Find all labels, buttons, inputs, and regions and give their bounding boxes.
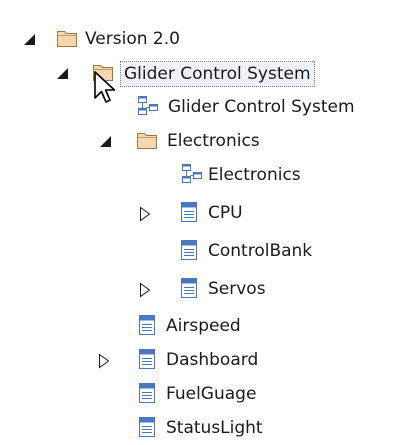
class-icon xyxy=(136,348,158,370)
class-icon xyxy=(136,382,158,404)
class-icon xyxy=(136,314,158,336)
collapsed-triangle-icon[interactable] xyxy=(96,353,112,369)
expanded-triangle-icon[interactable] xyxy=(98,134,114,150)
tree-node-servos[interactable]: Servos xyxy=(0,272,395,306)
diagram-icon xyxy=(137,95,159,117)
tree-node-label: Glider Control System xyxy=(120,61,315,87)
collapsed-triangle-icon[interactable] xyxy=(137,282,153,298)
tree-node-dashboard[interactable]: Dashboard xyxy=(0,343,395,377)
tree-node-label: FuelGuage xyxy=(166,384,257,404)
folder-icon xyxy=(136,129,158,151)
tree-node-electronics-diagram[interactable]: Electronics xyxy=(0,158,395,192)
tree-node-label: Airspeed xyxy=(166,316,241,336)
tree-node-label: Electronics xyxy=(167,131,260,151)
diagram-icon xyxy=(181,163,203,185)
tree-node-controlbank[interactable]: ControlBank xyxy=(0,234,395,268)
class-icon xyxy=(178,239,200,261)
folder-icon xyxy=(92,61,114,83)
tree-node-label: StatusLight xyxy=(166,418,263,438)
tree-node-label: Servos xyxy=(208,279,266,299)
tree-node-label: Electronics xyxy=(208,165,301,185)
tree-node-label: Dashboard xyxy=(166,350,259,370)
tree-node-airspeed[interactable]: Airspeed xyxy=(0,309,395,343)
class-icon xyxy=(178,277,200,299)
tree-node-label: Glider Control System xyxy=(168,97,355,117)
tree-node-label: CPU xyxy=(208,203,243,223)
tree-node-label: ControlBank xyxy=(208,241,313,261)
tree-node-cpu[interactable]: CPU xyxy=(0,196,395,230)
tree-node-version-2-0[interactable]: Version 2.0 xyxy=(0,22,395,56)
tree-node-label: Version 2.0 xyxy=(85,29,180,49)
tree-node-glider-control-system-diagram[interactable]: Glider Control System xyxy=(0,90,395,124)
expanded-triangle-icon[interactable] xyxy=(22,32,38,48)
collapsed-triangle-icon[interactable] xyxy=(137,206,153,222)
tree-node-glider-control-system-package[interactable]: Glider Control System xyxy=(0,56,395,90)
class-icon xyxy=(136,416,158,438)
tree-node-electronics-package[interactable]: Electronics xyxy=(0,124,395,158)
class-icon xyxy=(178,201,200,223)
tree-node-fuelguage[interactable]: FuelGuage xyxy=(0,377,395,411)
expanded-triangle-icon[interactable] xyxy=(55,66,71,82)
folder-icon xyxy=(56,27,78,49)
